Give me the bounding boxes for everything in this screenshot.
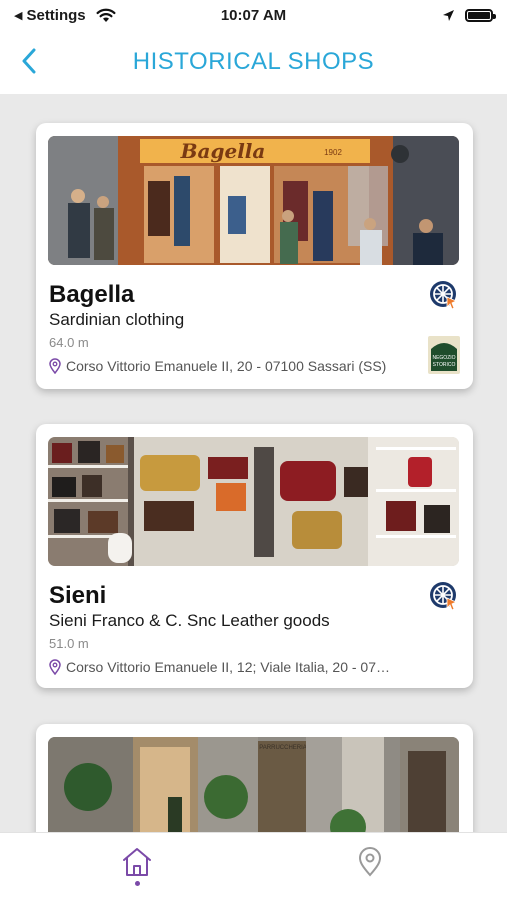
home-icon bbox=[123, 848, 151, 876]
tab-map[interactable] bbox=[350, 847, 390, 887]
shop-address: Corso Vittorio Emanuele II, 20 - 07100 S… bbox=[49, 358, 394, 374]
status-bar: ◀ Settings 10:07 AM bbox=[0, 0, 507, 30]
back-app-label: Settings bbox=[26, 6, 86, 24]
shop-name: Bagella bbox=[49, 281, 135, 308]
active-tab-indicator bbox=[134, 881, 140, 886]
shop-address: Corso Vittorio Emanuele II, 12; Viale It… bbox=[49, 659, 394, 675]
tab-home[interactable] bbox=[117, 847, 157, 887]
shop-distance: 64.0 m bbox=[49, 335, 89, 350]
bottom-tab-bar bbox=[0, 832, 507, 900]
historic-shop-badge-icon: NEGOZIO STORICO bbox=[428, 336, 460, 374]
location-arrow-icon bbox=[443, 9, 454, 21]
location-pin-icon bbox=[49, 659, 61, 675]
shop-distance: 51.0 m bbox=[49, 636, 89, 651]
back-to-app-link[interactable]: ◀ Settings bbox=[14, 7, 174, 24]
shop-sign-text: PARRUCCHERIA bbox=[259, 745, 307, 751]
accessibility-wheel-icon[interactable] bbox=[428, 580, 460, 612]
location-pin-icon bbox=[49, 358, 61, 374]
page-title: HISTORICAL SHOPS bbox=[132, 48, 375, 75]
shop-photo-bagella: Bagella 1902 bbox=[48, 136, 459, 265]
back-button[interactable] bbox=[14, 46, 44, 76]
location-pin-icon bbox=[358, 847, 382, 877]
badge-line-1: NEGOZIO bbox=[432, 355, 455, 361]
shop-sign-year: 1902 bbox=[324, 148, 342, 157]
shop-list[interactable]: Bagella 1902 Bagella Sardinian clothing … bbox=[0, 94, 507, 832]
badge-line-2: STORICO bbox=[433, 362, 456, 368]
shop-sign-text: Bagella bbox=[180, 139, 266, 163]
back-triangle-icon: ◀ bbox=[14, 9, 23, 22]
battery-icon bbox=[465, 8, 496, 22]
app-header: HISTORICAL SHOPS bbox=[0, 30, 507, 94]
shop-photo-third: PARRUCCHERIA bbox=[48, 737, 459, 832]
wifi-icon bbox=[96, 8, 116, 22]
shop-address-text: Corso Vittorio Emanuele II, 12; Viale It… bbox=[66, 659, 394, 675]
shop-card-bagella[interactable]: Bagella 1902 Bagella Sardinian clothing … bbox=[36, 123, 473, 389]
accessibility-wheel-icon[interactable] bbox=[428, 279, 460, 311]
shop-category: Sieni Franco & C. Snc Leather goods bbox=[49, 611, 330, 630]
shop-category: Sardinian clothing bbox=[49, 310, 185, 329]
shop-photo-sieni bbox=[48, 437, 459, 566]
chevron-left-icon bbox=[22, 48, 36, 74]
shop-card-third[interactable]: PARRUCCHERIA bbox=[36, 724, 473, 832]
shop-name: Sieni bbox=[49, 582, 107, 609]
shop-address-text: Corso Vittorio Emanuele II, 20 - 07100 S… bbox=[66, 358, 387, 374]
shop-card-sieni[interactable]: Sieni Sieni Franco & C. Snc Leather good… bbox=[36, 424, 473, 688]
